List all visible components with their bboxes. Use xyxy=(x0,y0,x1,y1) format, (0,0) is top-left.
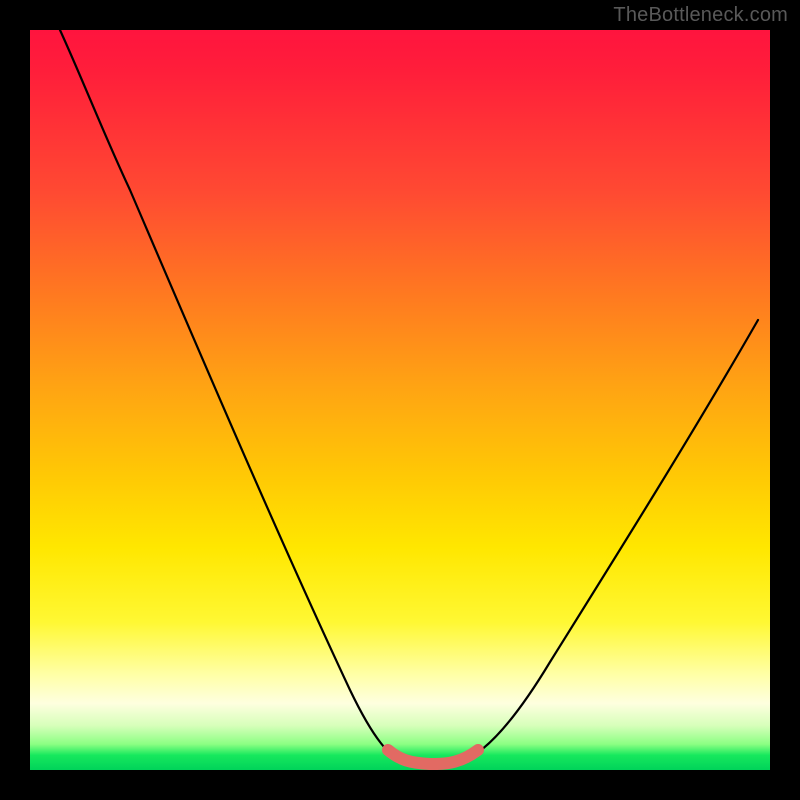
curve-right-branch xyxy=(460,320,758,762)
chart-frame: TheBottleneck.com xyxy=(0,0,800,800)
curve-layer xyxy=(30,30,770,770)
watermark-text: TheBottleneck.com xyxy=(613,4,788,27)
highlight-band xyxy=(388,750,478,764)
curve-left-branch xyxy=(60,30,402,761)
plot-area xyxy=(30,30,770,770)
